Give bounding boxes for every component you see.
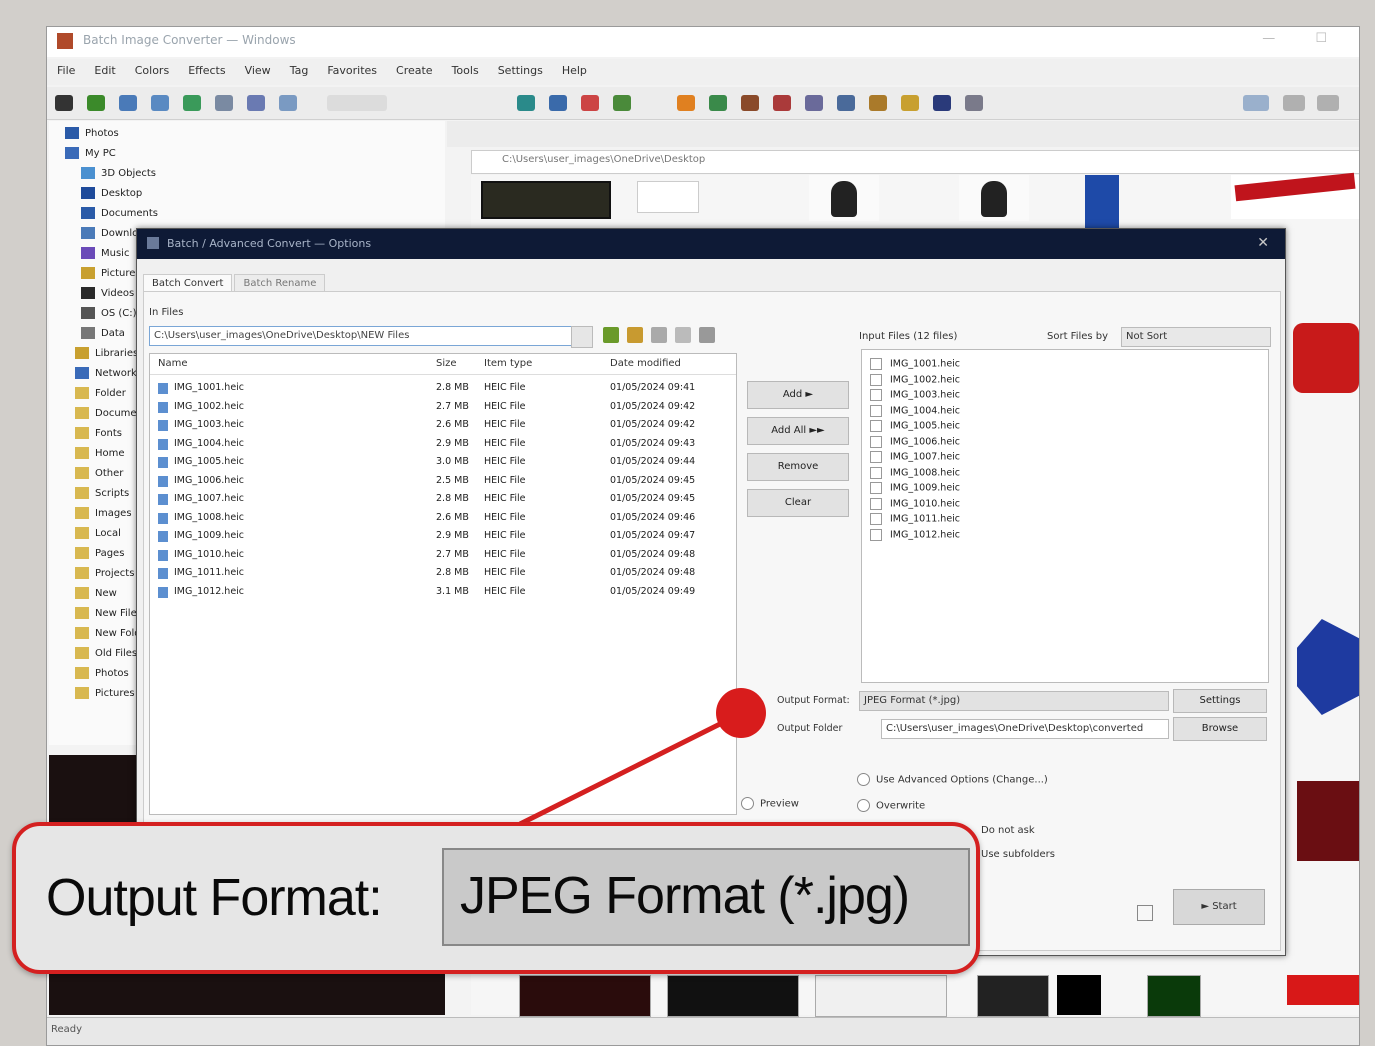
callout-dot: [716, 688, 766, 738]
callout-value: JPEG Format (*.jpg): [460, 867, 910, 925]
callout-format-field: JPEG Format (*.jpg): [442, 848, 970, 946]
callout-line: [518, 711, 742, 827]
callout-label: Output Format:: [46, 869, 383, 927]
zoom-callout: Output Format: JPEG Format (*.jpg): [12, 822, 980, 974]
